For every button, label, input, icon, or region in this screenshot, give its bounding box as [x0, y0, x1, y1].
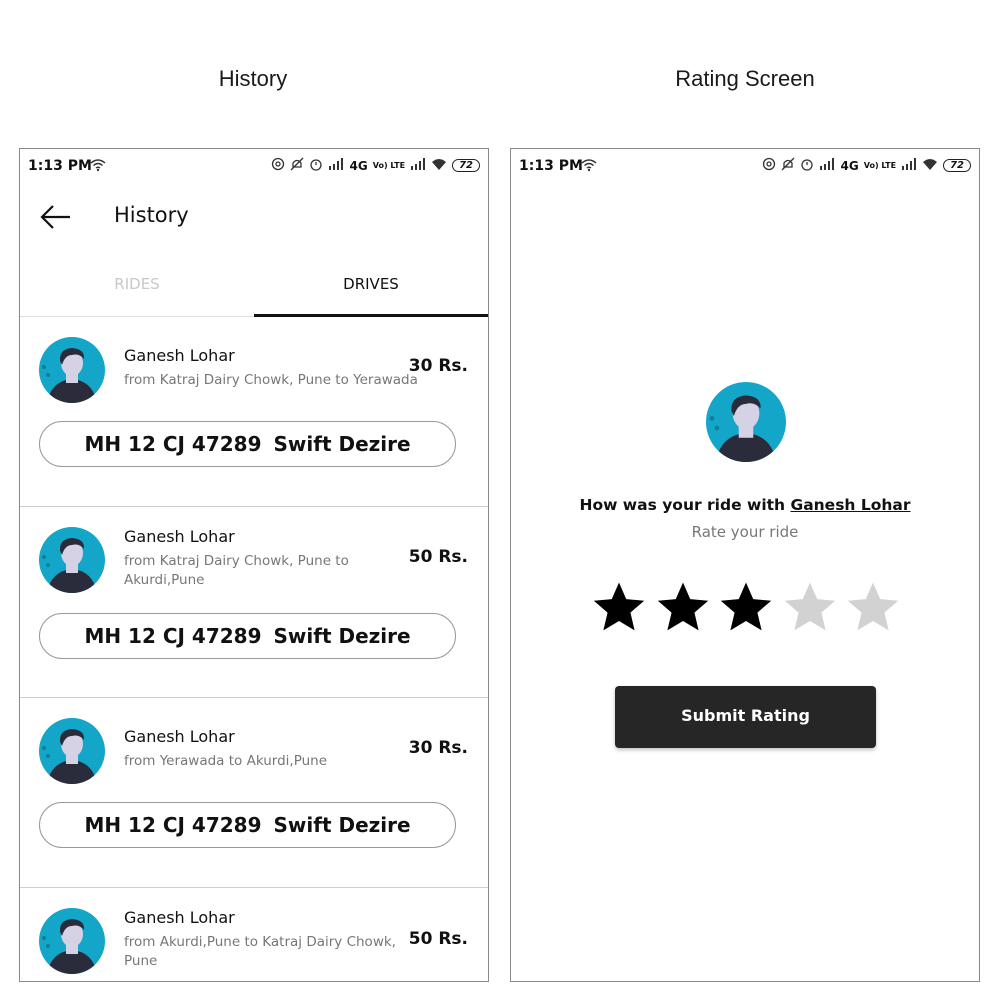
vehicle-pill[interactable]: MH 12 CJ 47289 Swift Dezire	[39, 613, 456, 659]
submit-rating-button[interactable]: Submit Rating	[615, 686, 876, 748]
wifi-icon	[431, 157, 447, 174]
back-arrow-icon[interactable]	[40, 205, 72, 233]
wifi-icon	[922, 157, 938, 174]
signal-icon	[901, 158, 917, 173]
status-icons: 4G Vo) LTE 72	[762, 157, 971, 174]
status-bar: 1:13 PM 4G Vo) LTE 72	[511, 149, 979, 183]
rating-screen: 1:13 PM 4G Vo) LTE 72 How was your ride …	[510, 148, 980, 982]
fare-amount: 50 Rs.	[408, 547, 468, 567]
caption-rating-screen: Rating Screen	[675, 66, 815, 91]
star-icon[interactable]	[782, 579, 838, 635]
question-prefix: How was your ride with	[579, 496, 791, 514]
tab-drives[interactable]: DRIVES	[254, 267, 488, 317]
battery-indicator: 72	[943, 159, 971, 172]
route-text: from Yerawada to Akurdi,Pune	[124, 753, 328, 769]
status-bar: 1:13 PM 4G Vo) LTE 72	[20, 149, 488, 183]
alarm-icon	[309, 157, 323, 174]
mute-icon	[781, 157, 795, 174]
star-icon[interactable]	[845, 579, 901, 635]
fare-amount: 30 Rs.	[408, 738, 468, 758]
driver-name-link[interactable]: Ganesh Lohar	[790, 496, 910, 514]
vehicle-pill[interactable]: MH 12 CJ 47289 Swift Dezire	[39, 421, 456, 467]
signal-icon	[819, 158, 835, 173]
signal-icon	[328, 158, 344, 173]
avatar-icon	[39, 908, 105, 974]
app-bar: History	[20, 189, 488, 245]
route-text: from Akurdi,Pune to Katraj Dairy Chowk, …	[124, 934, 396, 969]
avatar-icon	[706, 382, 786, 462]
driver-name: Ganesh Lohar	[124, 527, 235, 546]
hotspot-icon	[271, 157, 285, 174]
status-icons: 4G Vo) LTE 72	[271, 157, 480, 174]
car-model: Swift Dezire	[273, 624, 411, 648]
wifi-icon	[581, 158, 597, 176]
driver-name: Ganesh Lohar	[124, 908, 235, 927]
tab-bar: RIDES DRIVES	[20, 267, 488, 317]
fare-amount: 30 Rs.	[408, 356, 468, 376]
volte-indicator: Vo) LTE	[863, 161, 897, 170]
signal-icon	[410, 158, 426, 173]
car-model: Swift Dezire	[273, 432, 411, 456]
status-time: 1:13 PM	[28, 158, 92, 174]
car-model: Swift Dezire	[273, 813, 411, 837]
network-type: 4G	[840, 158, 859, 173]
rating-question: How was your ride with Ganesh Lohar	[511, 496, 979, 514]
star-icon[interactable]	[591, 579, 647, 635]
list-item[interactable]: Ganesh Lohar from Katraj Dairy Chowk, Pu…	[20, 507, 488, 698]
volte-indicator: Vo) LTE	[372, 161, 406, 170]
tab-rides[interactable]: RIDES	[20, 267, 254, 317]
list-item[interactable]: Ganesh Lohar from Katraj Dairy Chowk, Pu…	[20, 317, 488, 507]
network-type: 4G	[349, 158, 368, 173]
plate-number: MH 12 CJ 47289	[84, 813, 262, 837]
avatar-icon	[39, 718, 105, 784]
star-icon[interactable]	[655, 579, 711, 635]
route-text: from Katraj Dairy Chowk, Pune to Yerawad…	[124, 372, 418, 388]
wifi-icon	[90, 158, 106, 176]
rating-subtitle: Rate your ride	[691, 523, 799, 541]
list-item[interactable]: Ganesh Lohar from Yerawada to Akurdi,Pun…	[20, 698, 488, 888]
list-item[interactable]: Ganesh Lohar from Akurdi,Pune to Katraj …	[20, 888, 488, 981]
avatar-icon	[39, 337, 105, 403]
avatar-icon	[39, 527, 105, 593]
star-rating	[591, 579, 901, 641]
page-title: History	[114, 203, 189, 227]
vehicle-pill[interactable]: MH 12 CJ 47289 Swift Dezire	[39, 802, 456, 848]
plate-number: MH 12 CJ 47289	[84, 624, 262, 648]
mute-icon	[290, 157, 304, 174]
caption-history: History	[218, 66, 288, 91]
star-icon[interactable]	[718, 579, 774, 635]
history-screen: 1:13 PM 4G Vo) LTE 72 History RIDES DRIV…	[19, 148, 489, 982]
driver-name: Ganesh Lohar	[124, 727, 235, 746]
plate-number: MH 12 CJ 47289	[84, 432, 262, 456]
alarm-icon	[800, 157, 814, 174]
route-text: from Katraj Dairy Chowk, Pune to Akurdi,…	[124, 553, 349, 588]
hotspot-icon	[762, 157, 776, 174]
fare-amount: 50 Rs.	[408, 929, 468, 949]
status-time: 1:13 PM	[519, 158, 583, 174]
battery-indicator: 72	[452, 159, 480, 172]
history-list: Ganesh Lohar from Katraj Dairy Chowk, Pu…	[20, 317, 488, 981]
driver-name: Ganesh Lohar	[124, 346, 235, 365]
